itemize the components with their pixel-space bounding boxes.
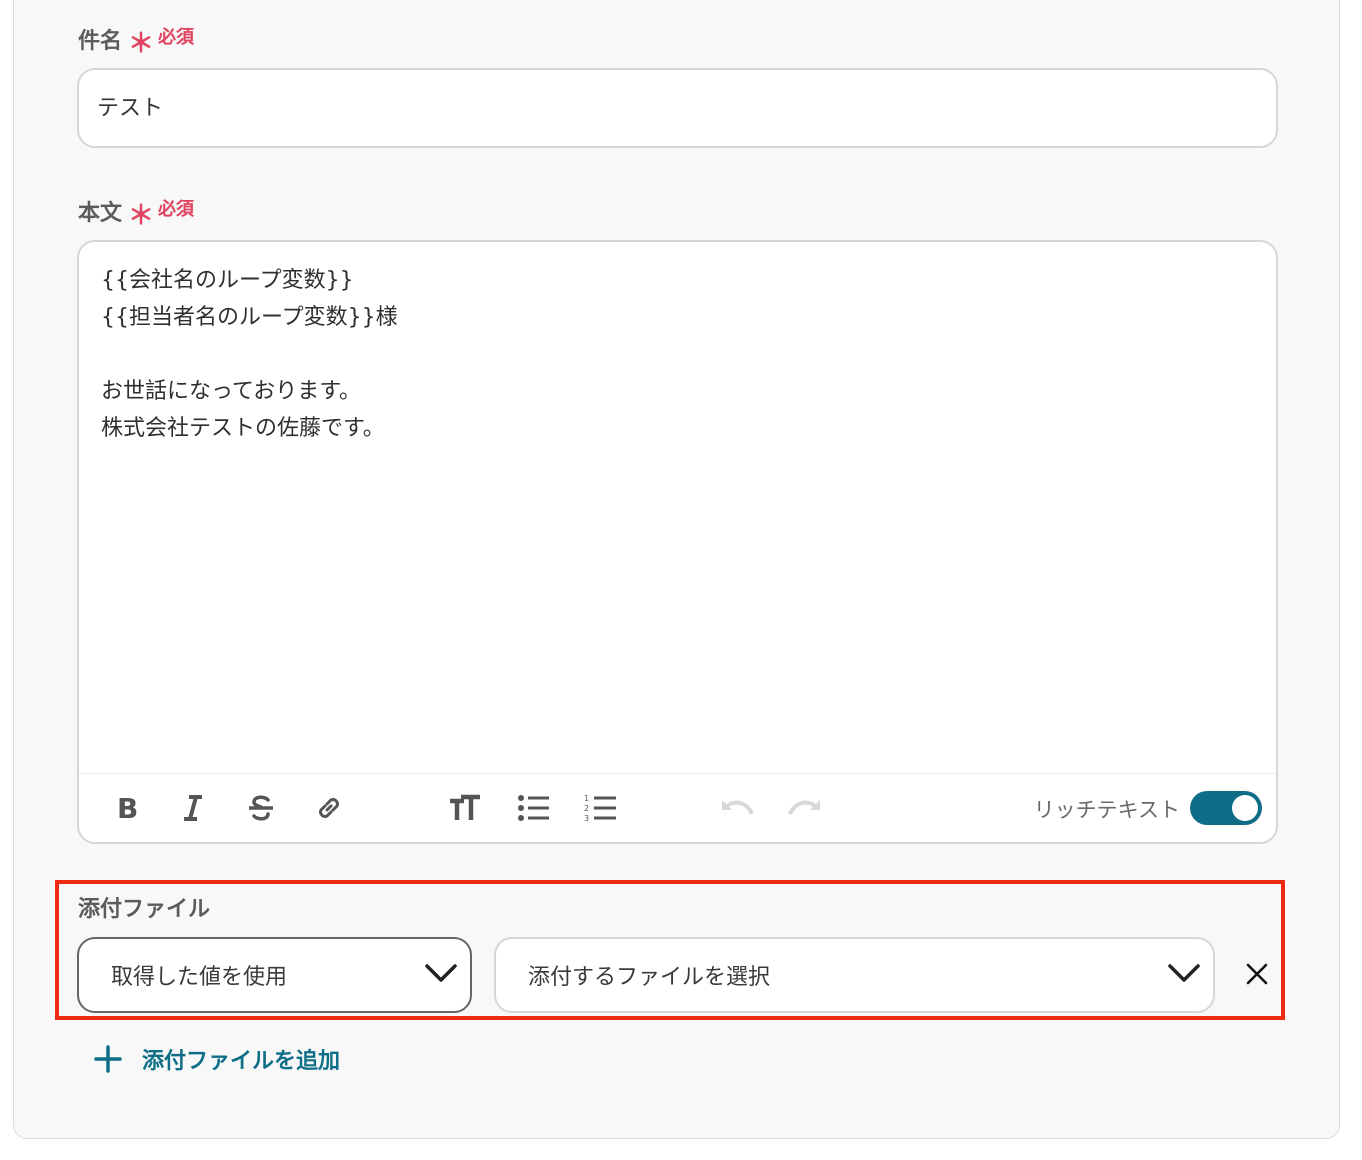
attachment-source-select[interactable]: 取得した値を使用 — [77, 937, 472, 1013]
subject-value: テスト — [97, 96, 164, 121]
svg-text:1: 1 — [584, 794, 589, 803]
strikethrough-icon[interactable] — [241, 788, 281, 828]
body-editor[interactable]: {{会社名のループ変数}} {{担当者名のループ変数}}様 お世話になっておりま… — [77, 240, 1278, 844]
numbered-list-icon[interactable]: 1 2 3 — [581, 788, 621, 828]
body-label: 本文 — [78, 200, 123, 226]
plus-icon — [94, 1045, 122, 1073]
editor-toolbar: B 1 2 3 リッチテキスト — [79, 773, 1276, 842]
remove-attachment-close-icon[interactable] — [1241, 958, 1273, 990]
chevron-down-icon — [1167, 962, 1201, 988]
required-badge: 必須 — [158, 26, 195, 48]
add-attachment-label: 添付ファイルを追加 — [142, 1049, 341, 1074]
redo-icon[interactable] — [785, 788, 825, 828]
bullet-list-icon[interactable] — [514, 788, 554, 828]
text-size-icon[interactable] — [445, 788, 485, 828]
italic-icon[interactable] — [173, 788, 213, 828]
attachment-file-select[interactable]: 添付するファイルを選択 — [494, 937, 1215, 1013]
subject-label-group: 件名 ＊ 必須 — [78, 20, 195, 60]
required-asterisk: ＊ — [128, 201, 155, 231]
attachment-label: 添付ファイル — [78, 897, 211, 922]
toggle-knob — [1232, 795, 1258, 821]
svg-text:3: 3 — [584, 814, 589, 823]
subject-label: 件名 — [78, 28, 123, 54]
required-badge: 必須 — [158, 198, 195, 220]
body-label-group: 本文 ＊ 必須 — [78, 192, 195, 232]
svg-text:2: 2 — [584, 804, 589, 813]
link-icon[interactable] — [309, 788, 349, 828]
required-asterisk: ＊ — [128, 29, 155, 59]
attachment-source-value: 取得した値を使用 — [111, 965, 288, 990]
rich-text-label: リッチテキスト — [1033, 798, 1180, 822]
chevron-down-icon — [424, 962, 458, 988]
subject-input[interactable]: テスト — [77, 68, 1278, 148]
rich-text-toggle[interactable] — [1190, 791, 1262, 825]
bold-icon[interactable]: B — [106, 788, 146, 828]
undo-icon[interactable] — [717, 788, 757, 828]
attachment-file-placeholder: 添付するファイルを選択 — [528, 965, 771, 990]
add-attachment-button[interactable]: 添付ファイルを追加 — [94, 1043, 340, 1075]
body-text[interactable]: {{会社名のループ変数}} {{担当者名のループ変数}}様 お世話になっておりま… — [101, 262, 398, 447]
svg-text:B: B — [117, 794, 138, 822]
